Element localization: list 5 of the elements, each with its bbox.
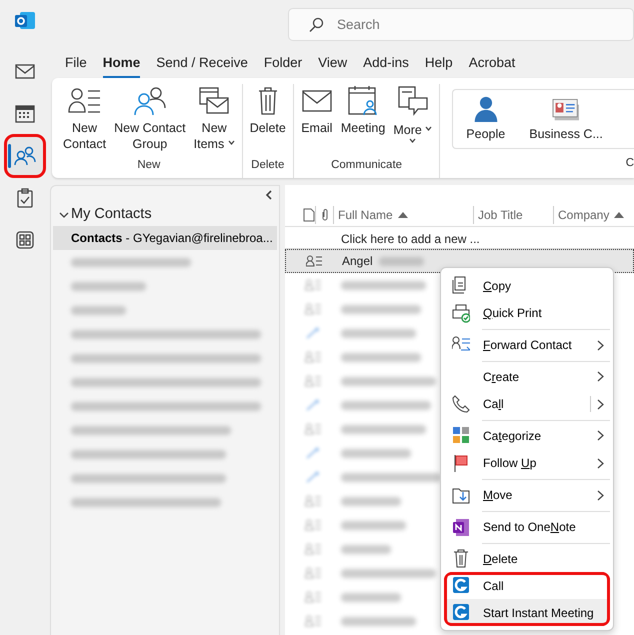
group-label: C [626,156,634,171]
group-label: New [137,158,160,173]
contact-name: Angel [342,253,373,270]
group-label: Delete [251,158,284,173]
group-label: Communicate [331,158,402,173]
